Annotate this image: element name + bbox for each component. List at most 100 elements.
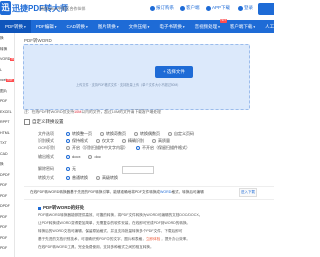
sidebar-item[interactable]: PDF: [0, 194, 14, 198]
radio-icon[interactable]: [66, 139, 70, 143]
option-label: 识别模式: [38, 138, 54, 143]
sidebar-item[interactable]: EXCEL: [0, 110, 14, 114]
logo-icon[interactable]: 迅: [0, 1, 11, 15]
sidebar-item[interactable]: TXT: [0, 141, 14, 145]
radio-icon[interactable]: [122, 139, 126, 143]
radio-option[interactable]: 精确识别: [122, 138, 144, 144]
sidebar-item[interactable]: L: [0, 68, 14, 72]
radio-option[interactable]: 仅文字: [96, 138, 114, 144]
radio-icon[interactable]: [66, 167, 70, 171]
radio-option[interactable]: 无: [66, 166, 76, 172]
radio-option-label: 开启（识别扫描件中文字内容）: [72, 145, 128, 150]
sidebar-item[interactable]: RPPT: [0, 120, 14, 124]
nav-ebook-convert[interactable]: 电子书转换▾: [154, 20, 189, 33]
nav-manual[interactable]: 人工: [260, 20, 279, 33]
sidebar-item[interactable]: VORDHOT: [0, 57, 14, 61]
radio-icon[interactable]: [96, 139, 100, 143]
sidebar-item[interactable]: 换: [0, 162, 14, 167]
sidebar-item[interactable]: PDF: [0, 183, 14, 187]
nav-pdf-edit[interactable]: PDF编辑▾: [31, 20, 62, 33]
section-heading: PDF转WORD的好处: [38, 205, 84, 211]
section-paragraph: 转换后的WORD文档可编辑，保留原始格式，并且支持批量转换多个PDF文件，下载后…: [38, 229, 183, 233]
sidebar-item[interactable]: PDF: [0, 215, 14, 219]
sidebar-item-label: EXCEL: [0, 109, 12, 114]
radio-option[interactable]: 开启（识别扫描件中文字内容）: [66, 145, 128, 151]
radio-option[interactable]: 转换偶数页: [134, 131, 160, 137]
user-icon: [238, 5, 243, 11]
choose-file-button[interactable]: + 选择文件: [155, 66, 193, 78]
upload-dropzone[interactable]: [23, 44, 250, 110]
radio-icon[interactable]: [96, 176, 100, 180]
sidebar-item[interactable]: PDF: [0, 236, 14, 240]
sidebar-item-label: 换: [0, 36, 4, 40]
inline-link[interactable]: 立即体验: [146, 237, 160, 241]
radio-option[interactable]: 高质量: [152, 138, 170, 144]
hot-badge: HOT: [10, 58, 14, 61]
radio-icon[interactable]: [66, 132, 70, 136]
notice-download-button[interactable]: 进入下载: [239, 188, 257, 197]
radio-option[interactable]: 自定义页码: [168, 131, 194, 137]
radio-icon[interactable]: [100, 132, 104, 136]
sidebar-item-label: VORD: [0, 57, 11, 61]
sidebar-item[interactable]: xcelHOT: [0, 78, 14, 82]
sidebar-item[interactable]: PDF: [0, 99, 14, 103]
radio-icon[interactable]: [88, 154, 93, 159]
password-input[interactable]: [122, 166, 154, 174]
nav-client-download[interactable]: 客户端下载▾: [225, 20, 260, 33]
radio-option[interactable]: doc: [88, 154, 101, 159]
radio-option-label: 仅文字: [102, 138, 114, 143]
radio-option-label: doc: [94, 154, 101, 159]
sidebar-item[interactable]: DPDF: [0, 173, 14, 177]
radio-option[interactable]: 普通转换: [66, 175, 88, 181]
sidebar-item[interactable]: PDF: [0, 246, 14, 250]
radio-icon[interactable]: [136, 146, 140, 150]
header-link-login[interactable]: 登录: [238, 5, 253, 11]
header-link-client[interactable]: 客户端: [180, 5, 200, 11]
option-group: 普通转换 高级转换: [66, 175, 118, 181]
radio-option[interactable]: 转换奇数页: [100, 131, 126, 137]
sidebar-item[interactable]: PDF: [0, 225, 14, 229]
sidebar-item-label: PDF: [0, 214, 8, 219]
radio-option-label: 转换偶数页: [140, 131, 160, 136]
radio-icon[interactable]: [134, 132, 138, 136]
nav-cad-convert[interactable]: CAD转换▾: [62, 20, 93, 33]
radio-icon[interactable]: [168, 132, 172, 136]
header-link-order[interactable]: 报订购系: [150, 5, 174, 11]
radio-option[interactable]: 保持格式: [66, 138, 88, 144]
radio-option-label: 高质量: [158, 138, 170, 143]
header-link-app[interactable]: APP下载: [206, 5, 230, 11]
option-group: 转换整一页 转换奇数页 转换偶数页 自定义页码: [66, 131, 194, 137]
sidebar-item-label: HTML: [0, 130, 10, 135]
nav-media-process[interactable]: 音视频处理▾: [190, 19, 228, 33]
radio-option[interactable]: docx: [66, 154, 80, 159]
sidebar-item[interactable]: 图片: [0, 89, 14, 94]
sidebar-item[interactable]: 换: [0, 36, 14, 41]
custom-settings-toggle[interactable]: 自定义转换设置: [24, 119, 64, 125]
radio-icon[interactable]: [66, 176, 70, 180]
nav-image-convert[interactable]: 图片转换▾: [93, 20, 124, 33]
radio-icon[interactable]: [152, 139, 156, 143]
sidebar-item-label: PDF: [0, 193, 8, 198]
checkbox[interactable]: [24, 119, 30, 125]
radio-option-label: 不开启（保留扫描件格式）: [142, 145, 190, 150]
sidebar-item[interactable]: HTML: [0, 131, 14, 135]
chevron-down-icon: ▾: [253, 25, 256, 29]
notice-text: 在线PDF转WORD转换器基于先进的PDF转换引擎，能够准确地将PDF文件转换成…: [30, 190, 204, 194]
nav-file-compress[interactable]: 文件压缩▾: [124, 20, 155, 33]
header-action-button[interactable]: [258, 3, 274, 15]
sidebar-item[interactable]: 转换: [0, 47, 14, 52]
radio-option[interactable]: 高级转换: [96, 175, 118, 181]
sidebar-item-label: DPDF: [0, 172, 10, 177]
sidebar-item[interactable]: CAD: [0, 152, 14, 156]
radio-icon[interactable]: [66, 146, 70, 150]
sidebar-item-label: TXT: [0, 141, 7, 145]
radio-option[interactable]: 转换整一页: [66, 131, 92, 137]
sidebar-item-label: L: [0, 67, 2, 72]
option-label: 文件选项: [38, 131, 54, 136]
radio-option[interactable]: 不开启（保留扫描件格式）: [136, 145, 190, 151]
radio-icon[interactable]: [66, 154, 70, 159]
chevron-down-icon: ▾: [24, 25, 26, 29]
sidebar-item[interactable]: DPDF: [0, 204, 14, 208]
nav-pdf-convert[interactable]: PDF转换▾: [0, 20, 31, 33]
option-label: 转换方式: [38, 175, 54, 180]
